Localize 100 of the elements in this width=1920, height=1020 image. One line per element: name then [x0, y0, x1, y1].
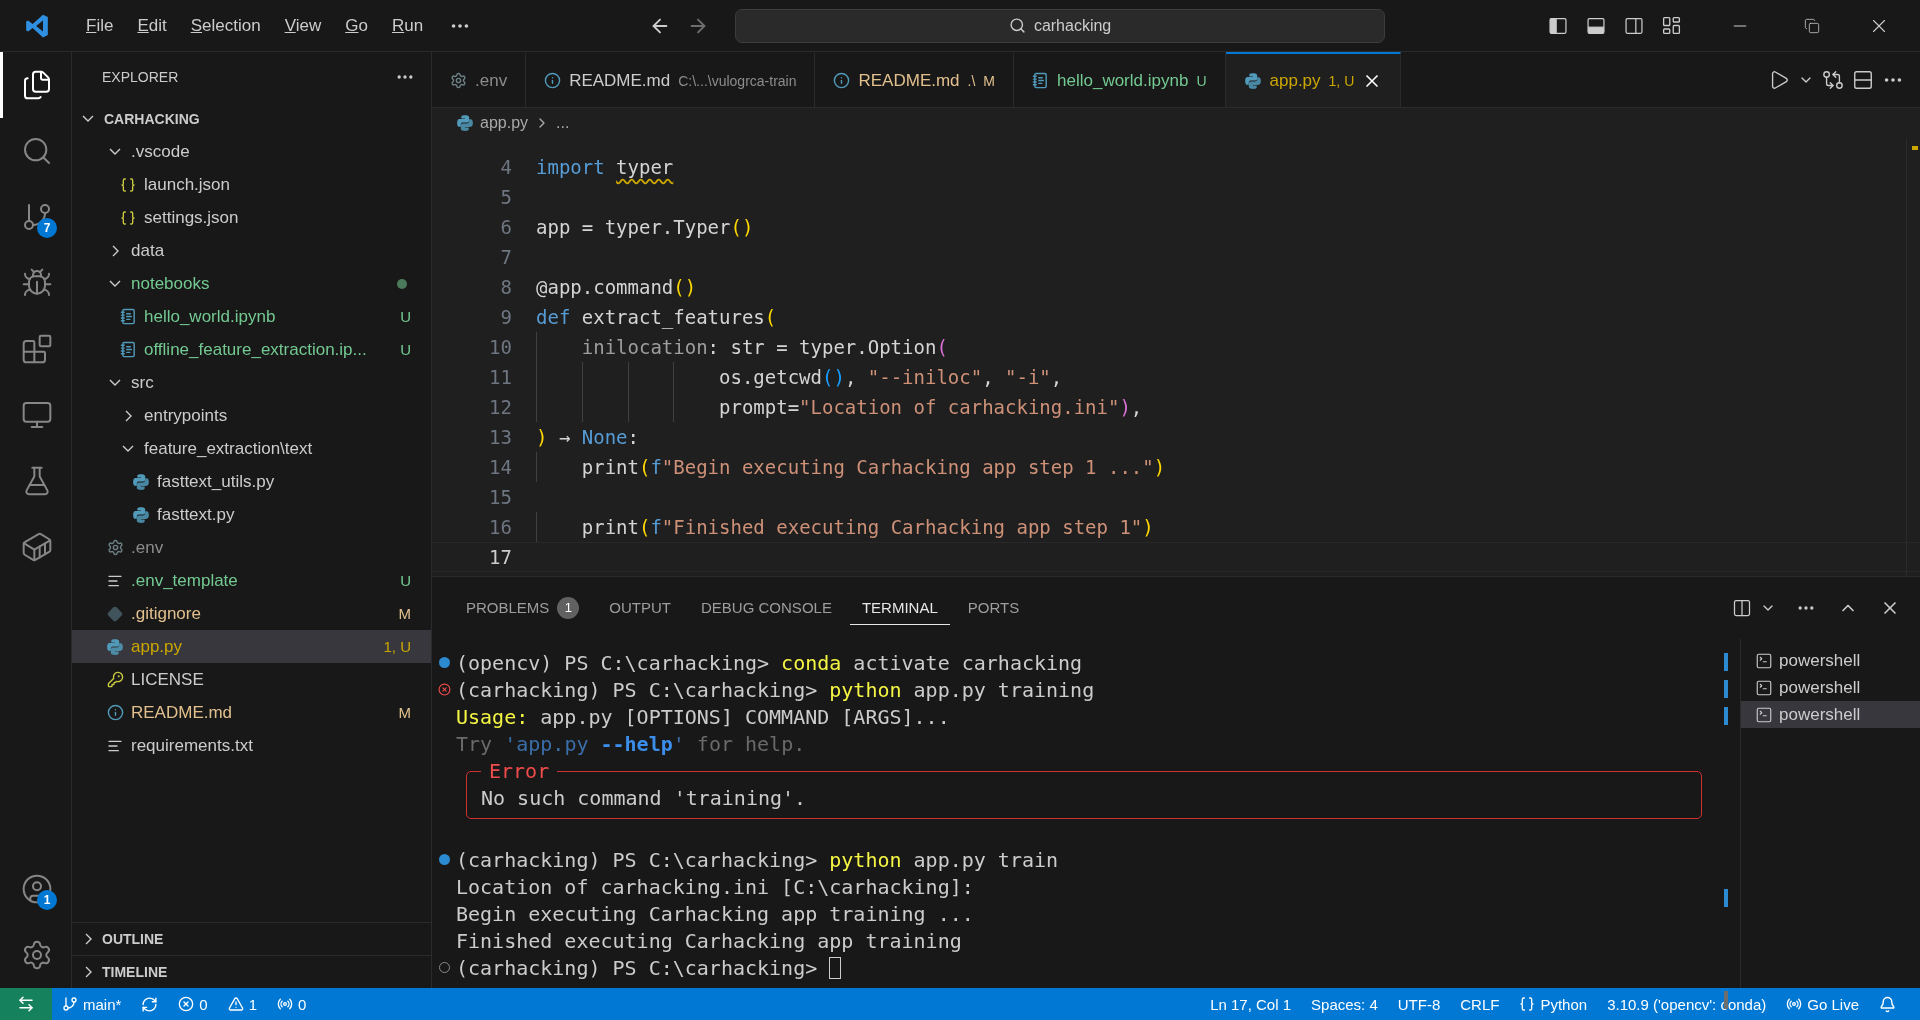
file-row[interactable]: LICENSE [72, 663, 431, 696]
shell-instance[interactable]: powershell [1741, 674, 1920, 701]
customize-layout-icon[interactable] [1661, 15, 1682, 36]
file-row[interactable]: README.md M [72, 696, 431, 729]
folder-row[interactable]: data [72, 234, 431, 267]
file-row[interactable]: .env_template U [72, 564, 431, 597]
file-row[interactable]: .env [72, 531, 431, 564]
restore-icon[interactable] [1804, 17, 1820, 34]
code-token: prompt= [718, 396, 800, 418]
status-item[interactable]: Spaces: 4 [1301, 995, 1388, 1013]
activity-item[interactable]: 7 [0, 184, 71, 250]
command-center-search[interactable]: carhacking [735, 8, 1386, 43]
split-editor-icon[interactable] [1852, 68, 1874, 91]
folder-row[interactable]: entrypoints [72, 399, 431, 432]
gear-icon [106, 539, 124, 556]
git-status: M [398, 704, 411, 721]
errors-status[interactable]: 0 [168, 995, 218, 1013]
panel-tab[interactable]: PROBLEMS 1 [454, 588, 592, 628]
menu-item[interactable]: View [272, 9, 334, 42]
file-name: .env_template [131, 570, 239, 591]
file-row[interactable]: settings.json [72, 201, 431, 234]
menu-item[interactable]: Run [379, 9, 436, 42]
git-status: U [400, 572, 411, 589]
remote-button[interactable] [0, 988, 52, 1020]
panel-tab-label: DEBUG CONSOLE [701, 599, 832, 616]
status-item[interactable]: CRLF [1450, 995, 1510, 1013]
code-token: ( [764, 306, 777, 328]
python-icon [132, 472, 150, 491]
folder-row[interactable]: feature_extraction\text [72, 432, 431, 465]
file-row[interactable]: hello_world.ipynb U [72, 300, 431, 333]
folder-row[interactable]: .vscode [72, 135, 431, 168]
file-row[interactable]: launch.json [72, 168, 431, 201]
command-marker[interactable] [438, 854, 450, 865]
code-token: print [580, 456, 639, 478]
error-icon[interactable] [437, 683, 451, 696]
panel-tab-label: OUTPUT [609, 599, 672, 616]
command-marker[interactable] [438, 657, 450, 668]
terminal-icon [1755, 651, 1773, 670]
search-text: carhacking [1033, 16, 1112, 35]
shell-instance[interactable]: powershell [1741, 647, 1920, 674]
code-token: : str = typer.Option [707, 336, 937, 358]
section-header[interactable]: OUTLINE [72, 922, 431, 955]
notebook-icon [119, 341, 137, 358]
status-item[interactable]: Ln 17, Col 1 [1200, 995, 1302, 1013]
line-number: 8 [499, 276, 512, 298]
warnings-status[interactable]: 1 [217, 995, 268, 1013]
editor-tab[interactable]: app.py 1, U [1225, 52, 1402, 107]
code-token: None [581, 426, 628, 448]
line-number: 6 [499, 216, 512, 238]
git-status: 1, U [383, 638, 411, 655]
terminal-line: Begin executing Carhacking app training ... [456, 901, 974, 926]
menu-item[interactable]: File [74, 9, 126, 42]
line-number: 11 [488, 366, 512, 388]
folder-row[interactable]: src [72, 366, 431, 399]
file-row[interactable]: app.py 1, U [72, 630, 431, 663]
panel-tab[interactable]: DEBUG CONSOLE [689, 591, 844, 625]
status-item[interactable]: UTF-8 [1387, 995, 1451, 1013]
file-name: requirements.txt [131, 735, 254, 756]
diamond-icon [107, 605, 123, 622]
file-row[interactable]: offline_feature_extraction.ip... U [72, 333, 431, 366]
file-row[interactable]: fasttext_utils.py [72, 465, 431, 498]
code-token: , [844, 366, 858, 388]
code-token: "-i" [1005, 366, 1051, 388]
breadcrumb-item[interactable]: app.py [480, 114, 529, 132]
file-name: README.md [131, 702, 234, 723]
panel-tab[interactable]: PORTS [955, 591, 1032, 625]
split-terminal-icon[interactable] [1732, 598, 1752, 618]
file-name: settings.json [144, 207, 240, 228]
git-status: M [983, 72, 995, 89]
shell-instance[interactable]: powershell [1741, 701, 1920, 728]
tab-label: .env [475, 70, 508, 91]
menu-item[interactable]: Edit [125, 9, 179, 42]
file-row[interactable]: fasttext.py [72, 498, 431, 531]
panel-tab[interactable]: OUTPUT [597, 591, 684, 625]
file-row[interactable]: requirements.txt [72, 729, 431, 762]
gear-icon [450, 72, 467, 89]
menu-item[interactable]: Selection [178, 9, 273, 42]
go-live-button[interactable]: Go Live [1776, 995, 1869, 1013]
file-row[interactable]: .gitignore M [72, 597, 431, 630]
branch-status[interactable]: main* [52, 995, 132, 1013]
file-name: fasttext.py [157, 504, 236, 525]
workspace-row[interactable]: CARHACKING [72, 102, 431, 135]
error-message: No such command 'training'. [481, 786, 807, 810]
code-token: ( [936, 336, 948, 358]
panel-tab[interactable]: TERMINAL [849, 591, 950, 625]
container-icon [21, 531, 53, 563]
compare-icon[interactable] [1822, 68, 1844, 91]
status-item[interactable]: 3.10.9 ('opencv': conda) [1597, 995, 1777, 1013]
terminal-line: Finished executing Carhacking app training [456, 928, 962, 953]
breadcrumb-item[interactable]: ... [556, 114, 570, 132]
ports-status[interactable]: 0 [267, 995, 317, 1013]
folder-row[interactable]: notebooks [72, 267, 431, 300]
app-logo [24, 12, 50, 39]
warning-icon [227, 996, 244, 1012]
menu-item[interactable]: Go [333, 9, 380, 42]
language-status[interactable]: Python [1509, 995, 1598, 1013]
code-token: print [580, 516, 639, 538]
broadcast-icon [1786, 996, 1803, 1012]
activity-item[interactable]: 1 [0, 856, 71, 922]
tab-label: README.md [569, 70, 671, 91]
